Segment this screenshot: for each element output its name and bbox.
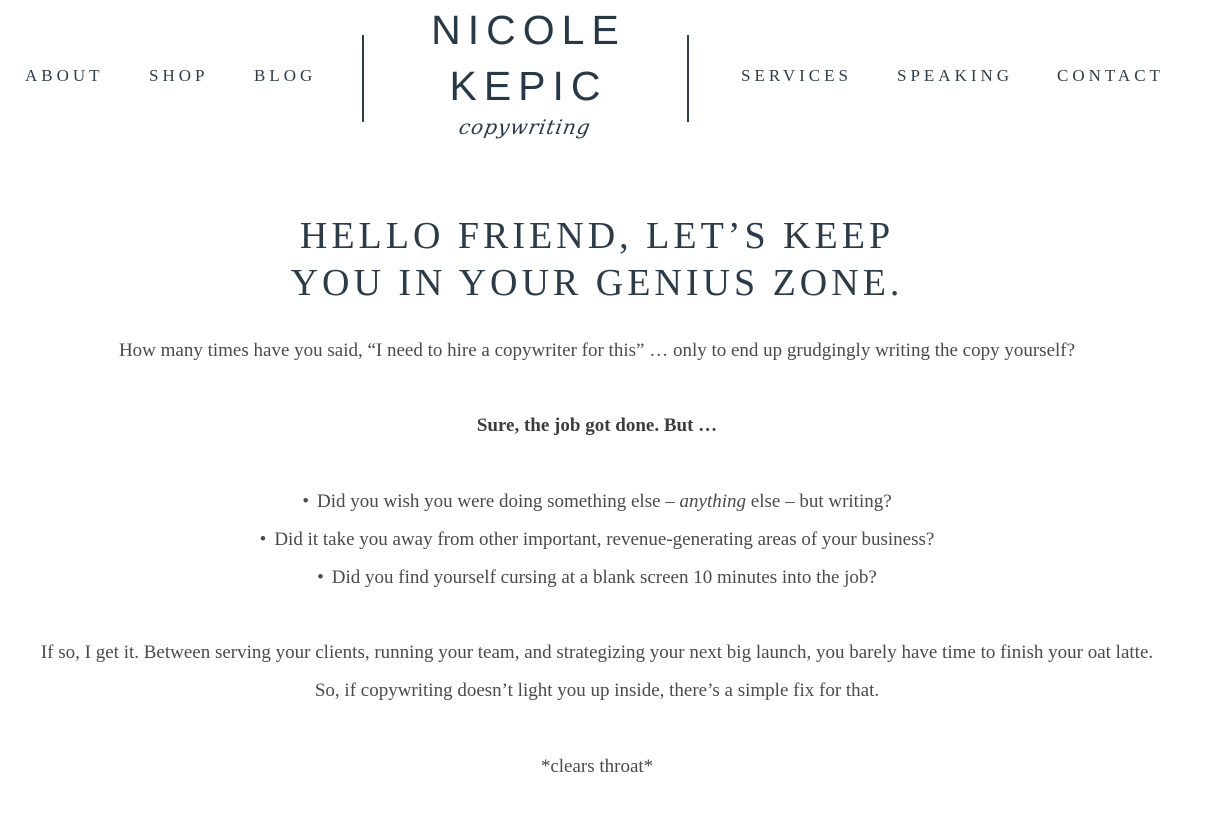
nav-shop[interactable]: SHOP — [149, 66, 208, 86]
bullet-dot: • — [302, 491, 309, 512]
bullet-item: • Did you wish you were doing something e… — [0, 483, 1194, 521]
nav-about[interactable]: ABOUT — [25, 66, 104, 86]
bullet-text: Did you wish you were doing something el… — [316, 491, 680, 512]
bullet-dot: • — [259, 529, 267, 550]
bullet-item: • Did you find yourself cursing at a blan… — [0, 559, 1194, 597]
aside-text: *clears throat* — [540, 756, 654, 777]
bullet-text-end: else – but writing? — [746, 491, 892, 512]
intro-paragraph: How many times have you said, “I need to… — [118, 340, 1076, 361]
logo[interactable]: NICOLE KEPIC copywriting — [400, 0, 650, 140]
logo-line-first-name: NICOLE — [431, 7, 626, 53]
closing-paragraph: If so, I get it. Between serving your cl… — [40, 642, 1154, 701]
heading-line-2: YOU IN YOUR GENIUS ZONE. — [290, 262, 904, 304]
nav-services[interactable]: SERVICES — [741, 66, 852, 86]
nav-divider-right — [687, 35, 689, 122]
emphasis-line: Sure, the job got done. But … — [0, 407, 1194, 445]
logo-line-last-name: KEPIC — [449, 63, 608, 109]
nav-speaking[interactable]: SPEAKING — [897, 66, 1013, 86]
bullet-text: Did it take you away from other importan… — [274, 529, 935, 550]
bullet-text: Did you find yourself cursing at a blank… — [331, 567, 877, 588]
emphasis-text: Sure, the job got done. But … — [476, 415, 718, 436]
heading-line-1: HELLO FRIEND, LET’S KEEP — [299, 215, 895, 257]
nav-blog[interactable]: BLOG — [254, 66, 316, 86]
bullet-item: • Did it take you away from other importa… — [0, 521, 1194, 559]
nav-contact[interactable]: CONTACT — [1057, 66, 1164, 86]
page-heading: HELLO FRIEND, LET’S KEEP YOU IN YOUR GEN… — [0, 213, 1194, 307]
nav-divider-left — [362, 35, 364, 122]
bullet-italic: anything — [679, 491, 747, 512]
bullet-dot: • — [317, 567, 324, 588]
logo-script-tagline: copywriting — [457, 115, 593, 139]
